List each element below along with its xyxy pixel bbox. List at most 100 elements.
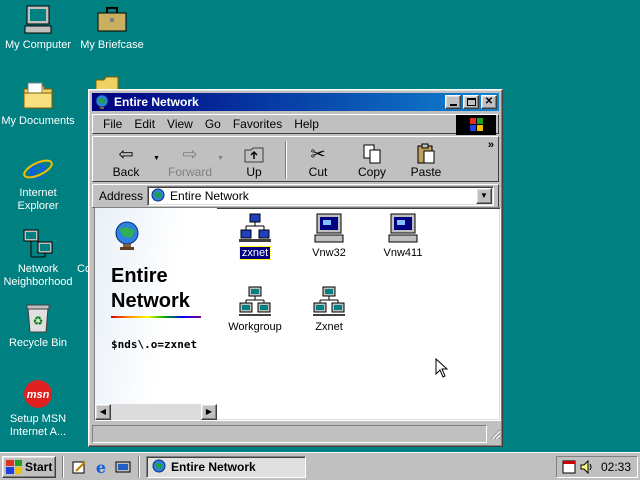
quicklaunch-edit-icon[interactable] [68, 456, 90, 478]
speaker-icon[interactable] [579, 459, 595, 475]
desktop-icon-my-computer[interactable]: My Computer [0, 4, 76, 52]
back-button[interactable]: ⇦ Back [99, 141, 153, 179]
desktop-icon-setup-msn[interactable]: msn Setup MSN Internet A... [0, 378, 76, 439]
folder-title-line2: Network [111, 290, 190, 312]
desktop-icon-label: Setup MSN Internet A... [9, 413, 67, 438]
clock[interactable]: 02:33 [601, 460, 631, 474]
copy-icon [345, 143, 399, 165]
paste-button[interactable]: Paste [399, 141, 453, 179]
folder-title-line1: Entire [111, 265, 168, 287]
folder-icon [22, 80, 54, 112]
toolbar-separator [285, 141, 287, 179]
workgroup-icon [239, 286, 271, 318]
minimize-button[interactable] [445, 95, 461, 109]
back-label: Back [112, 165, 140, 179]
desktop-icon-label: Internet Explorer [17, 187, 59, 212]
address-dropdown-button[interactable]: ▼ [476, 188, 492, 204]
status-bar [92, 425, 501, 443]
item-label: Vnw411 [383, 247, 423, 259]
back-arrow-icon: ⇦ [118, 144, 134, 164]
forward-dropdown-icon[interactable]: ▼ [217, 141, 227, 162]
item-label: Vnw32 [312, 247, 346, 259]
cut-button[interactable]: ✂ Cut [291, 141, 345, 179]
status-panel [92, 425, 487, 443]
quicklaunch-internet-explorer-icon[interactable]: e [90, 456, 112, 478]
explorer-window[interactable]: Entire Network ✕ File Edit View Go Favor… [88, 89, 503, 447]
up-label: Up [246, 165, 262, 179]
menu-file[interactable]: File [97, 117, 128, 131]
scheduler-icon[interactable] [561, 459, 577, 475]
desktop-icon-recycle-bin[interactable]: ♻ Recycle Bin [0, 302, 76, 350]
toolbar-more-icon[interactable]: » [488, 139, 494, 151]
address-field[interactable]: Entire Network ▼ [147, 186, 494, 206]
quicklaunch-channels-icon[interactable] [112, 456, 134, 478]
close-button[interactable]: ✕ [481, 95, 497, 109]
server-icon [313, 212, 345, 244]
taskbar: Start e Entire Network 02:33 [0, 452, 640, 480]
taskbar-separator [62, 455, 64, 478]
recycle-bin-icon: ♻ [22, 302, 54, 334]
horizontal-scrollbar[interactable]: ◀ ▶ [95, 404, 217, 420]
globe-icon [150, 188, 166, 204]
svg-text:♻: ♻ [33, 314, 44, 328]
msn-icon: msn [22, 378, 54, 410]
svg-text:e: e [96, 459, 106, 475]
network-item-workgroup[interactable]: Workgroup [223, 286, 287, 333]
network-tree-icon [239, 212, 271, 244]
desktop-icon-label: My Briefcase [80, 39, 144, 51]
network-item-zxnet-selected[interactable]: zxnet [223, 212, 287, 260]
menu-edit[interactable]: Edit [128, 117, 161, 131]
workgroup-icon [313, 286, 345, 318]
internet-explorer-icon: e [22, 152, 54, 187]
title-bar[interactable]: Entire Network ✕ [92, 93, 499, 111]
paste-label: Paste [410, 165, 442, 179]
briefcase-icon [96, 4, 128, 36]
network-item-vnw411[interactable]: Vnw411 [371, 212, 435, 259]
copy-button[interactable]: Copy [345, 141, 399, 179]
start-label: Start [25, 459, 53, 474]
svg-text:e: e [28, 152, 47, 184]
taskbar-button-entire-network[interactable]: Entire Network [146, 455, 306, 478]
network-icon [22, 228, 54, 260]
copy-label: Copy [357, 165, 386, 179]
title-divider [111, 316, 201, 318]
desktop-icon-label: My Documents [1, 115, 75, 127]
up-button[interactable]: Up [227, 141, 281, 179]
web-view-panel: Entire Network $nds\.o=zxnet [95, 208, 217, 404]
start-button[interactable]: Start [2, 455, 56, 478]
desktop-icon-my-briefcase[interactable]: My Briefcase [74, 4, 150, 52]
folder-title: Entire Network [111, 264, 190, 314]
address-value: Entire Network [170, 189, 249, 203]
menu-go[interactable]: Go [199, 117, 227, 131]
windows-logo-icon [456, 115, 496, 135]
desktop-icon-label: Recycle Bin [8, 337, 68, 349]
clipboard-icon [399, 143, 453, 165]
item-label: zxnet [238, 246, 272, 260]
forward-label: Forward [167, 165, 212, 179]
menu-bar: File Edit View Go Favorites Help [92, 114, 499, 135]
content-pane[interactable]: Entire Network $nds\.o=zxnet zxnet Vnw32… [94, 207, 501, 421]
menu-favorites[interactable]: Favorites [227, 117, 288, 131]
resize-grip-icon[interactable] [487, 425, 501, 443]
desktop-icon-label: Network Neighborhood [3, 263, 73, 288]
menu-view[interactable]: View [161, 117, 199, 131]
back-dropdown-icon[interactable]: ▼ [153, 141, 163, 162]
server-icon [387, 212, 419, 244]
desktop-icon-internet-explorer[interactable]: e Internet Explorer [0, 152, 76, 213]
window-title: Entire Network [114, 95, 199, 109]
scroll-left-button[interactable]: ◀ [95, 404, 111, 420]
forward-arrow-icon: ⇨ [182, 144, 198, 164]
desktop-icon-my-documents[interactable]: My Documents [0, 80, 76, 128]
windows-flag-icon [6, 459, 22, 474]
computer-icon [22, 4, 54, 36]
toolbar: ⇦ Back ▼ ⇨ Forward ▼ Up ✂ Cut Copy Paste… [92, 136, 499, 182]
scroll-right-button[interactable]: ▶ [201, 404, 217, 420]
forward-button[interactable]: ⇨ Forward [163, 141, 217, 179]
network-item-vnw32[interactable]: Vnw32 [297, 212, 361, 259]
desktop-icon-network-neighborhood[interactable]: Network Neighborhood [0, 228, 76, 289]
network-item-zxnet[interactable]: Zxnet [297, 286, 361, 333]
nds-path: $nds\.o=zxnet [111, 338, 198, 351]
maximize-button[interactable] [463, 95, 479, 109]
menu-help[interactable]: Help [288, 117, 325, 131]
system-tray: 02:33 [556, 456, 638, 478]
